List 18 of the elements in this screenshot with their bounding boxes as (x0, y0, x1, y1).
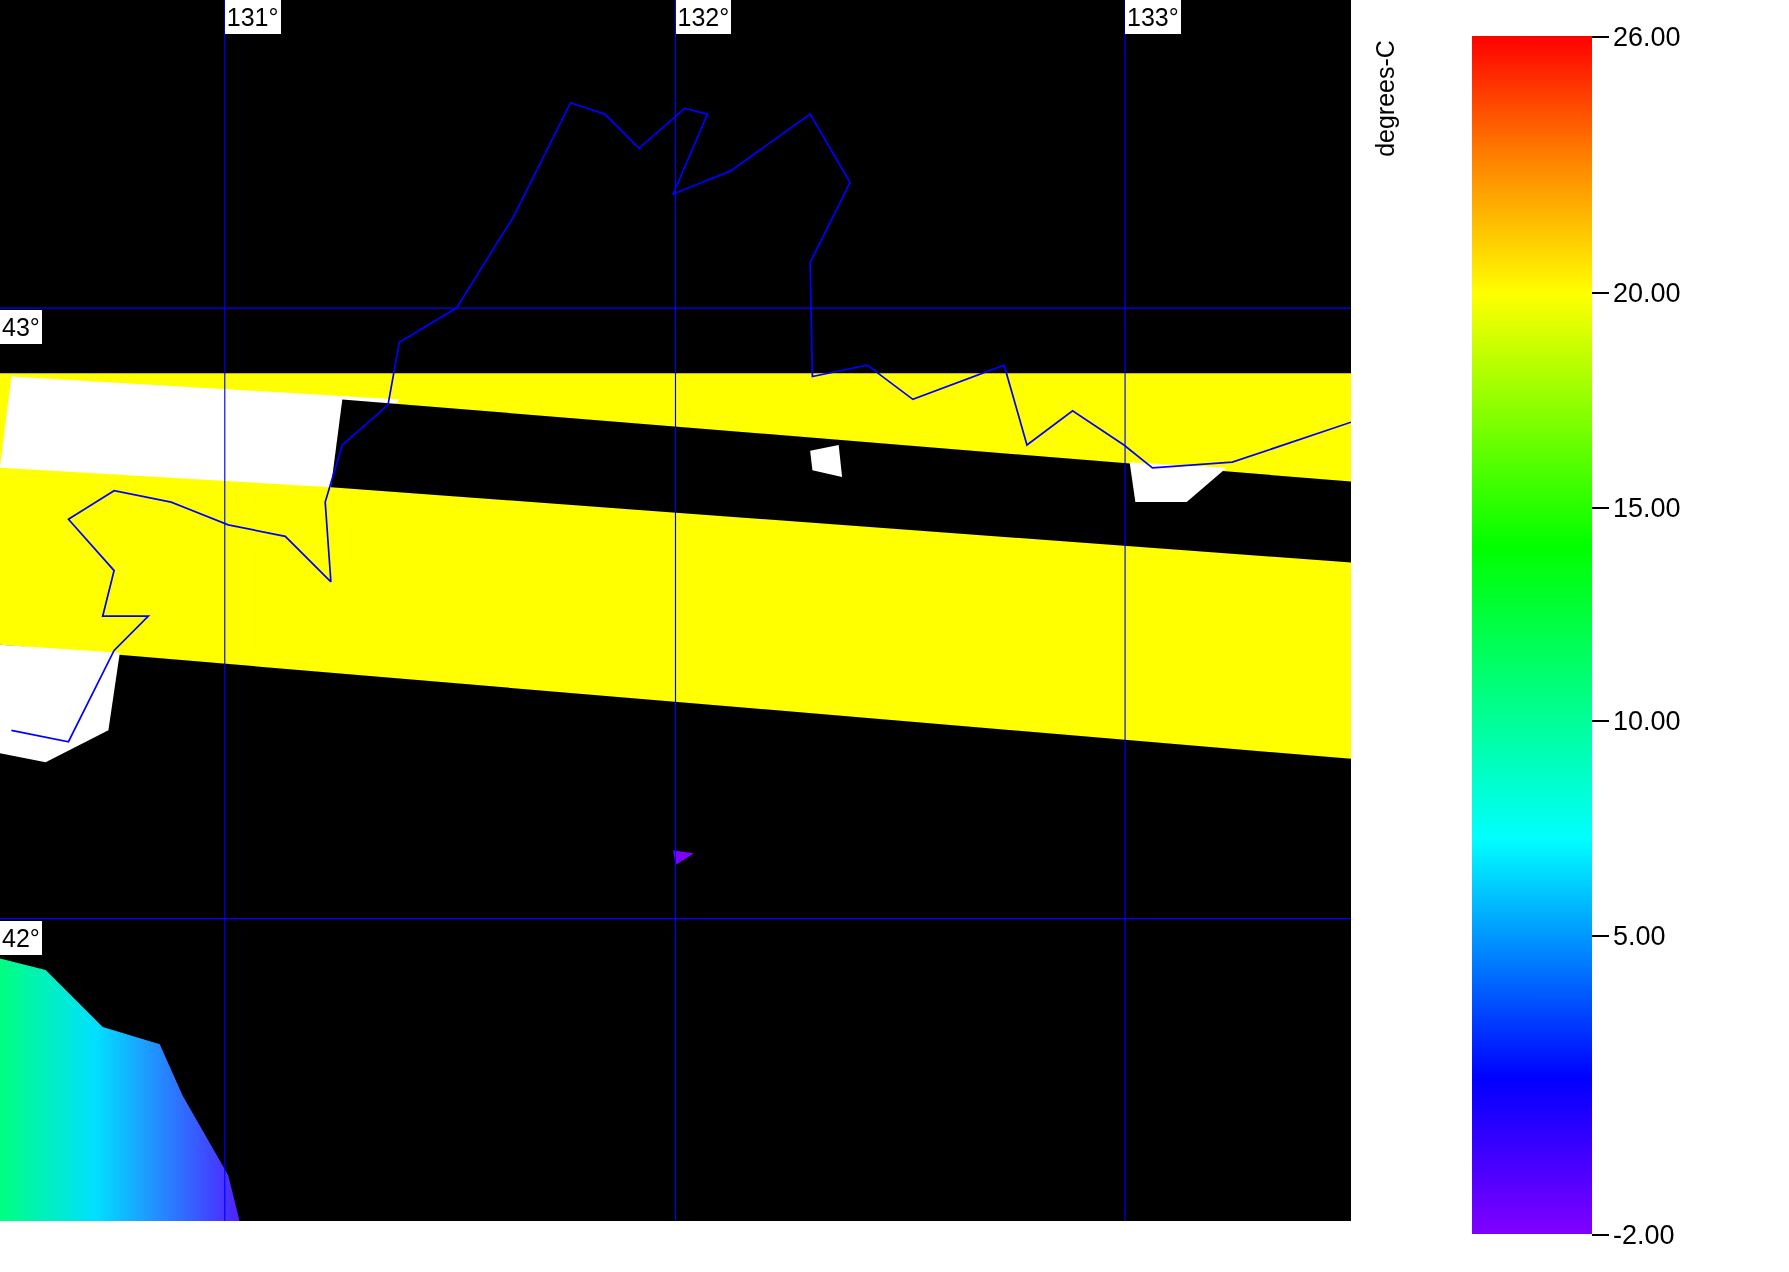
latitude-label: 42° (0, 920, 42, 955)
tick-mark (1592, 934, 1609, 937)
tick-mark (1592, 292, 1609, 295)
longitude-label: 133° (1125, 0, 1181, 34)
tick-label: 5.00 (1613, 920, 1666, 951)
colorbar-title: degrees-C (1370, 40, 1400, 157)
longitude-label: 131° (224, 0, 281, 34)
tick-label: -2.00 (1613, 1219, 1675, 1250)
tick-mark (1592, 1233, 1609, 1236)
tick-label: 26.00 (1613, 21, 1681, 52)
tick-label: 10.00 (1613, 706, 1681, 737)
tick-mark (1592, 506, 1609, 509)
tick-label: 15.00 (1613, 492, 1681, 523)
tick-mark (1592, 720, 1609, 723)
tick-mark (1592, 35, 1609, 38)
longitude-label: 132° (675, 0, 732, 34)
tick-label: 20.00 (1613, 278, 1681, 309)
latitude-label: 43° (0, 310, 42, 345)
